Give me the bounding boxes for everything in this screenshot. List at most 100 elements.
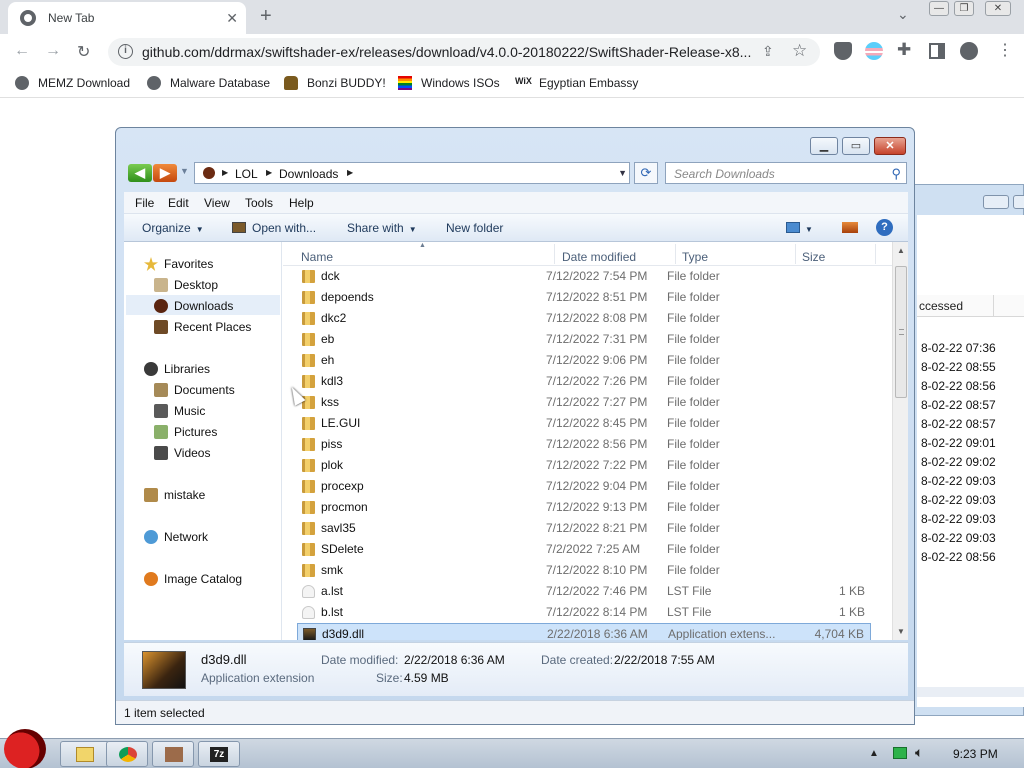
start-button[interactable] — [4, 729, 46, 768]
taskbar-app[interactable] — [152, 741, 194, 767]
file-row[interactable]: piss 7/12/2022 8:56 PM File folder — [297, 434, 871, 455]
tab-search-chevron-icon[interactable]: ⌄ — [897, 6, 909, 23]
maximize-window-button[interactable]: ▭ — [842, 137, 870, 155]
new-tab-button[interactable]: + — [260, 5, 272, 28]
nav-recent-places[interactable]: Recent Places — [154, 320, 251, 334]
vertical-scrollbar[interactable]: ▲ ▼ — [892, 242, 908, 640]
column-name[interactable]: Name — [301, 250, 333, 264]
file-row[interactable]: dck 7/12/2022 7:54 PM File folder — [297, 266, 871, 287]
restore-browser-button[interactable]: ❐ — [954, 1, 974, 16]
taskbar-7zip[interactable]: 7z — [198, 741, 240, 767]
organize-button[interactable]: Organize ▼ — [142, 221, 204, 235]
menu-tools[interactable]: Tools — [245, 196, 273, 210]
taskbar-explorer[interactable] — [60, 741, 110, 767]
menu-help[interactable]: Help — [289, 196, 314, 210]
tab-new-tab[interactable]: New Tab ✕ — [8, 2, 246, 34]
breadcrumb-arrow-icon[interactable]: ▶ — [222, 168, 228, 177]
network-tray-icon[interactable] — [893, 747, 907, 759]
show-hidden-icons[interactable]: ▲ — [869, 748, 879, 759]
minimize-browser-button[interactable]: — — [929, 1, 949, 16]
bookmark-windows-isos[interactable]: Windows ISOs — [398, 76, 500, 90]
nav-network[interactable]: Network — [144, 530, 208, 544]
file-row[interactable]: depoends 7/12/2022 8:51 PM File folder — [297, 287, 871, 308]
background-row-accessed[interactable]: 8-02-22 09:01 — [921, 436, 1021, 452]
close-tab-icon[interactable]: ✕ — [226, 10, 238, 27]
url-text[interactable]: github.com/ddrmax/swiftshader-ex/release… — [142, 44, 752, 60]
reload-icon[interactable]: ↻ — [77, 42, 90, 62]
background-row-accessed[interactable]: 8-02-22 08:55 — [921, 360, 1021, 376]
background-explorer-window[interactable]: ccessed 8-02-22 07:36 8-02-22 08:55 8-02-2… — [912, 184, 1024, 716]
nav-downloads[interactable]: Downloads — [154, 299, 233, 313]
search-box[interactable]: Search Downloads ⚲ — [665, 162, 907, 184]
background-row-accessed[interactable]: 8-02-22 08:56 — [921, 550, 1021, 566]
nav-favorites[interactable]: Favorites — [144, 257, 213, 271]
file-row[interactable]: savl35 7/12/2022 8:21 PM File folder — [297, 518, 871, 539]
menu-edit[interactable]: Edit — [168, 196, 189, 210]
address-bar[interactable]: i github.com/ddrmax/swiftshader-ex/relea… — [108, 38, 820, 66]
bookmark-star-icon[interactable]: ☆ — [792, 41, 807, 61]
background-row-accessed[interactable]: 8-02-22 09:03 — [921, 512, 1021, 528]
background-row-accessed[interactable]: 8-02-22 08:56 — [921, 379, 1021, 395]
nav-user-mistake[interactable]: mistake — [144, 488, 205, 502]
clock[interactable]: 9:23 PM — [953, 747, 998, 761]
address-breadcrumb[interactable]: ▶ LOL ▶ Downloads ▶ ▼ — [194, 162, 630, 184]
help-icon[interactable]: ? — [876, 219, 893, 236]
bookmark-memz[interactable]: MEMZ Download — [15, 76, 130, 90]
share-with-button[interactable]: Share with ▼ — [347, 221, 417, 235]
file-row[interactable]: procmon 7/12/2022 9:13 PM File folder — [297, 497, 871, 518]
nav-documents[interactable]: Documents — [154, 383, 235, 397]
breadcrumb-lol[interactable]: LOL — [235, 167, 258, 181]
file-row[interactable]: smk 7/12/2022 8:10 PM File folder — [297, 560, 871, 581]
nav-image-catalog[interactable]: Image Catalog — [144, 572, 242, 586]
file-row[interactable]: dkc2 7/12/2022 8:08 PM File folder — [297, 308, 871, 329]
background-row-accessed[interactable]: 8-02-22 08:57 — [921, 417, 1021, 433]
close-window-button[interactable]: ✕ — [874, 137, 906, 155]
background-row-accessed[interactable]: 8-02-22 08:57 — [921, 398, 1021, 414]
file-row[interactable]: kss 7/12/2022 7:27 PM File folder — [297, 392, 871, 413]
breadcrumb-arrow-icon[interactable]: ▶ — [266, 168, 272, 177]
new-folder-button[interactable]: New folder — [446, 221, 503, 235]
bookmark-malware-database[interactable]: Malware Database — [147, 76, 270, 90]
side-panel-icon[interactable] — [929, 43, 945, 59]
column-type[interactable]: Type — [682, 250, 708, 264]
flag-extension-icon[interactable] — [865, 42, 883, 60]
back-arrow-icon[interactable]: ← — [14, 42, 30, 60]
menu-view[interactable]: View — [204, 196, 230, 210]
search-icon[interactable]: ⚲ — [891, 166, 901, 182]
nav-desktop[interactable]: Desktop — [154, 278, 218, 292]
breadcrumb-downloads[interactable]: Downloads — [279, 167, 338, 181]
background-row-accessed[interactable]: 8-02-22 09:03 — [921, 474, 1021, 490]
close-browser-button[interactable]: ✕ — [985, 1, 1011, 16]
site-info-icon[interactable]: i — [118, 44, 133, 59]
open-with-button[interactable]: Open with... — [232, 221, 316, 235]
nav-music[interactable]: Music — [154, 404, 205, 418]
column-date-modified[interactable]: Date modified — [562, 250, 636, 264]
file-row[interactable]: LE.GUI 7/12/2022 8:45 PM File folder — [297, 413, 871, 434]
forward-button[interactable]: ▶ — [153, 164, 177, 182]
file-row[interactable]: SDelete 7/2/2022 7:25 AM File folder — [297, 539, 871, 560]
file-row[interactable]: kdl3 7/12/2022 7:26 PM File folder — [297, 371, 871, 392]
refresh-button[interactable]: ⟳ — [634, 162, 658, 184]
nav-pictures[interactable]: Pictures — [154, 425, 217, 439]
explorer-window[interactable]: ▁ ▭ ✕ ◀ ▶ ▼ ▶ LOL ▶ Downloads ▶ ▼ ⟳ Sear… — [115, 127, 915, 725]
menu-file[interactable]: File — [135, 196, 154, 210]
nav-libraries[interactable]: Libraries — [144, 362, 210, 376]
profile-avatar-icon[interactable] — [960, 42, 978, 60]
more-menu-icon[interactable]: ⋮ — [997, 40, 1015, 59]
scroll-up-icon[interactable]: ▲ — [897, 246, 905, 255]
change-view-button[interactable]: ▼ — [786, 221, 813, 235]
share-icon[interactable]: ⇪ — [762, 43, 774, 60]
nav-videos[interactable]: Videos — [154, 446, 210, 460]
ublock-icon[interactable] — [834, 42, 852, 60]
background-row-accessed[interactable]: 8-02-22 09:02 — [921, 455, 1021, 471]
background-minimize-button[interactable] — [983, 195, 1009, 209]
forward-arrow-icon[interactable]: → — [45, 42, 61, 60]
scrollbar-thumb[interactable] — [895, 266, 907, 398]
taskbar-chrome[interactable] — [106, 741, 148, 767]
file-row[interactable]: eh 7/12/2022 9:06 PM File folder — [297, 350, 871, 371]
bookmark-egyptian-embassy[interactable]: WiX Egyptian Embassy — [515, 76, 638, 90]
back-button[interactable]: ◀ — [128, 164, 152, 182]
file-row[interactable]: d3d9.dll 2/22/2018 6:36 AM Application ext… — [297, 623, 871, 640]
background-row-accessed[interactable]: 8-02-22 09:03 — [921, 531, 1021, 547]
address-dropdown-icon[interactable]: ▼ — [618, 168, 627, 178]
